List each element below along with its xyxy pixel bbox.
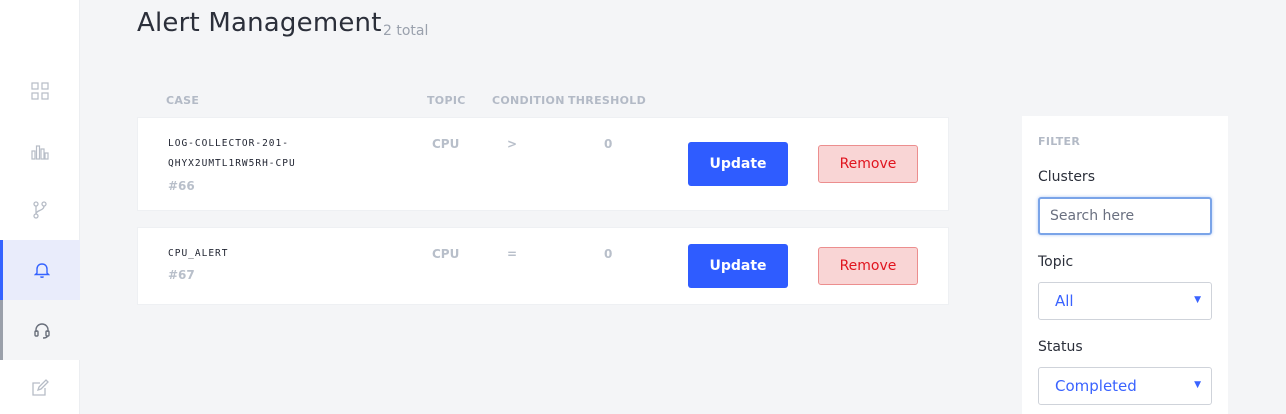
filter-panel: FILTER Clusters Topic All ▼ Status Compl…	[1022, 116, 1228, 414]
headset-icon	[33, 323, 50, 339]
update-button[interactable]: Update	[688, 142, 788, 186]
case-name-line: QHYX2UMTL1RW5RH-CPU	[168, 158, 296, 169]
chevron-down-icon: ▼	[1194, 380, 1201, 390]
topic-label: Topic	[1038, 254, 1074, 270]
threshold-cell: 0	[604, 247, 613, 261]
sidebar-item-dashboard[interactable]	[0, 61, 80, 121]
case-name-line: CPU_ALERT	[168, 248, 229, 259]
topic-select-value: All	[1055, 292, 1074, 310]
case-id: #66	[168, 179, 195, 193]
chevron-down-icon: ▼	[1194, 295, 1201, 305]
condition-cell: =	[507, 247, 518, 261]
clusters-label: Clusters	[1038, 169, 1095, 185]
column-header-case: CASE	[166, 94, 200, 107]
sidebar-item-branches[interactable]	[0, 180, 80, 240]
case-id: #67	[168, 268, 195, 282]
topic-cell: CPU	[432, 247, 460, 261]
column-header-topic: TOPIC	[427, 94, 466, 107]
status-select[interactable]: Completed ▼	[1038, 367, 1212, 405]
case-name: LOG-COLLECTOR-201- QHYX2UMTL1RW5RH-CPU	[168, 134, 296, 174]
sidebar-item-support[interactable]	[0, 300, 80, 360]
condition-cell: >	[507, 137, 518, 151]
status-label: Status	[1038, 339, 1083, 355]
topic-select[interactable]: All ▼	[1038, 282, 1212, 320]
case-name-line: LOG-COLLECTOR-201-	[168, 138, 289, 149]
topic-cell: CPU	[432, 137, 460, 151]
case-name: CPU_ALERT	[168, 244, 228, 264]
remove-button[interactable]: Remove	[818, 247, 918, 285]
sidebar-item-alerts[interactable]	[0, 240, 80, 300]
sidebar-item-stats[interactable]	[0, 121, 80, 181]
threshold-cell: 0	[604, 137, 613, 151]
cluster-search-input[interactable]	[1038, 197, 1212, 235]
status-select-value: Completed	[1055, 377, 1137, 395]
sidebar-item-edit[interactable]	[0, 358, 80, 414]
column-header-condition: CONDITION	[492, 94, 565, 107]
grid-icon	[31, 82, 49, 100]
filter-heading: FILTER	[1038, 135, 1081, 148]
branch-icon	[33, 201, 47, 219]
page-title: Alert Management	[137, 8, 382, 38]
update-button[interactable]: Update	[688, 244, 788, 288]
sidebar	[0, 0, 80, 414]
table-row: CPU_ALERT #67 CPU = 0 Update Remove	[137, 227, 949, 305]
edit-icon	[32, 379, 49, 396]
column-header-threshold: THRESHOLD	[568, 94, 647, 107]
remove-button[interactable]: Remove	[818, 145, 918, 183]
bar-chart-icon	[31, 145, 49, 160]
alert-count: 2 total	[383, 23, 429, 39]
table-row: LOG-COLLECTOR-201- QHYX2UMTL1RW5RH-CPU #…	[137, 117, 949, 211]
bell-icon	[33, 263, 50, 278]
